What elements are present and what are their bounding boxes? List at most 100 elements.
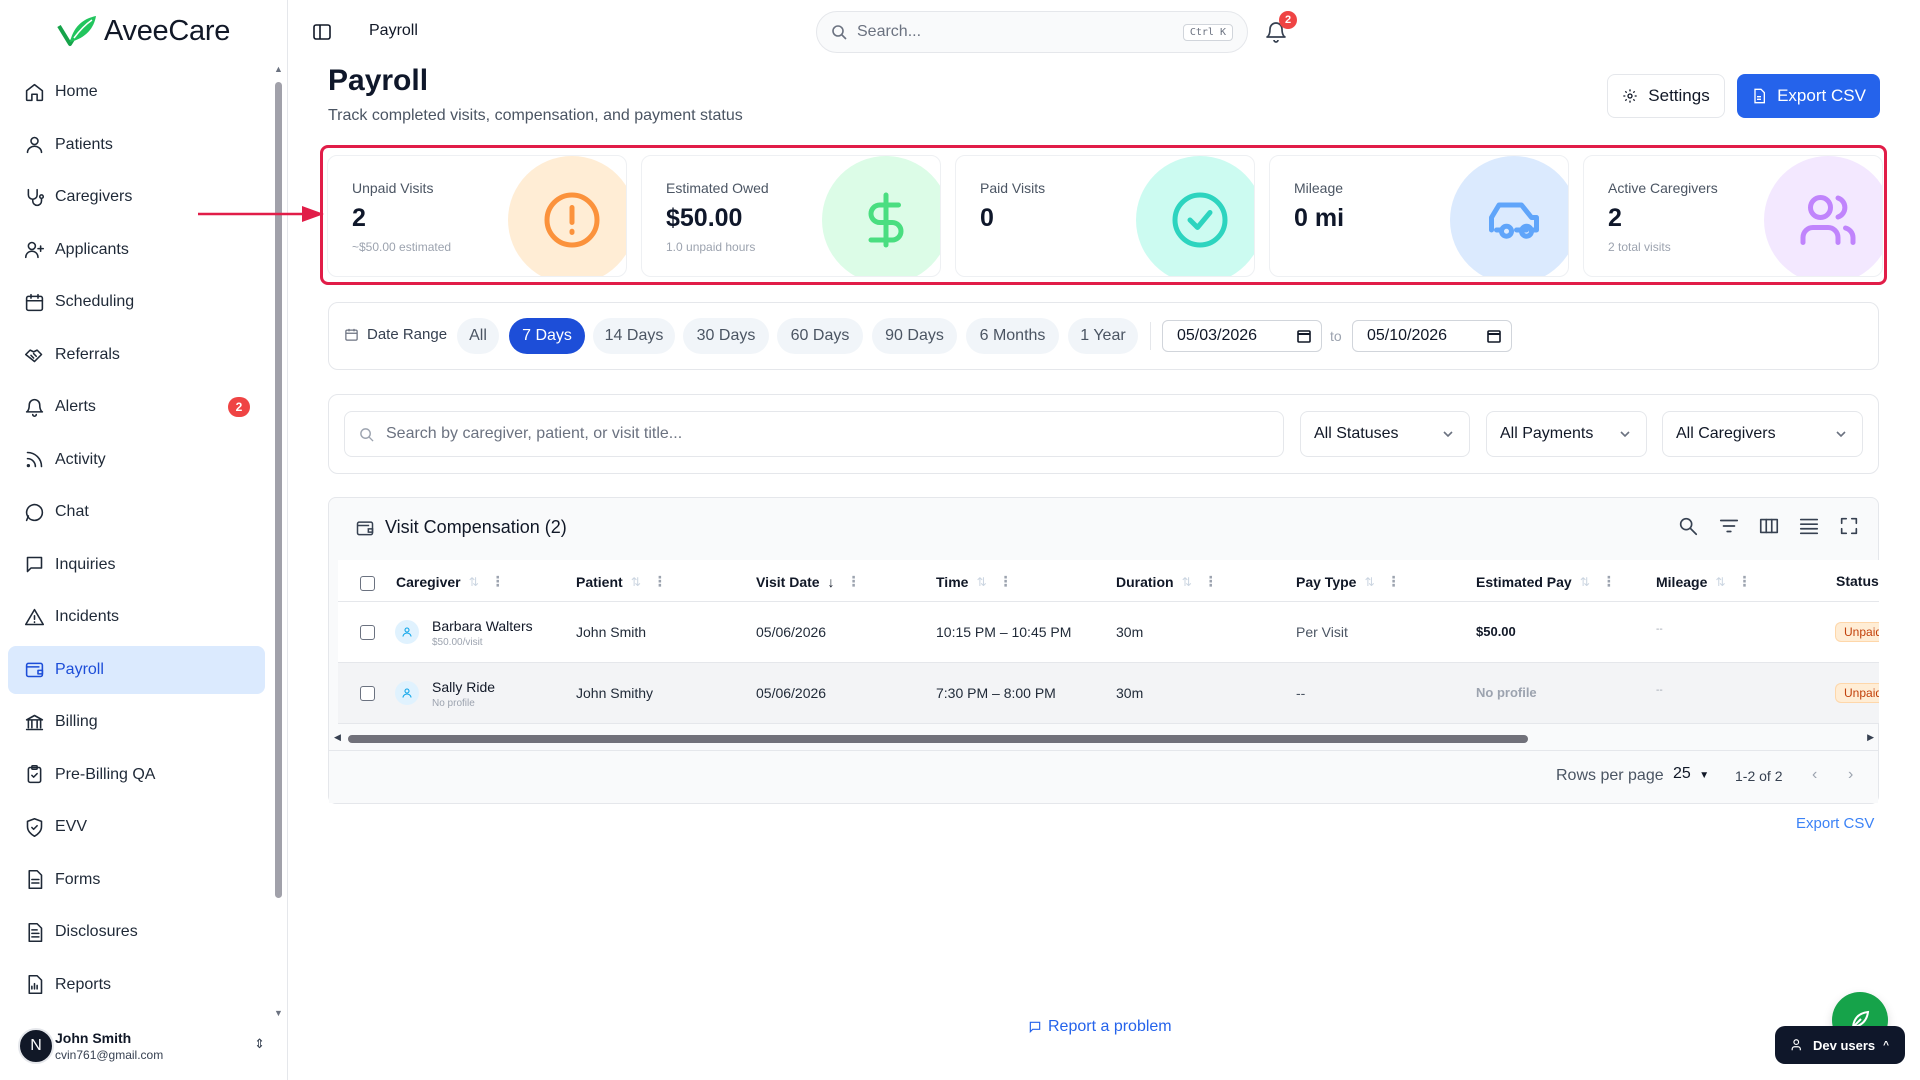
file-chart-icon — [23, 974, 45, 996]
chevron-down-icon — [1836, 431, 1846, 438]
column-menu-icon[interactable]: ⋮ — [1737, 573, 1751, 590]
visit-search-input[interactable]: Search by caregiver, patient, or visit t… — [344, 411, 1284, 457]
density-icon[interactable] — [1798, 515, 1822, 539]
sidebar-item-disclosures[interactable]: Disclosures — [8, 908, 265, 956]
range-option-14-days[interactable]: 14 Days — [593, 318, 675, 354]
sidebar-item-forms[interactable]: Forms — [8, 856, 265, 904]
chevrons-up-down-icon[interactable]: ⇕ — [254, 1036, 265, 1052]
caregiver-name[interactable]: Sally Ride — [432, 679, 495, 695]
column-header-patient[interactable]: Patient ⇅ ⋮ — [576, 573, 667, 590]
previous-page-icon[interactable]: ‹ — [1812, 766, 1817, 784]
wallet-icon — [23, 659, 45, 681]
global-search[interactable]: Search... Ctrl K — [816, 11, 1248, 53]
column-menu-icon[interactable]: ⋮ — [653, 573, 667, 590]
table-row[interactable]: Barbara Walters $50.00/visit John Smith … — [338, 602, 1879, 663]
caret-down-icon: ▼ — [1699, 770, 1710, 781]
sidebar-item-scheduling[interactable]: Scheduling — [8, 278, 265, 326]
range-option-30-days[interactable]: 30 Days — [683, 318, 769, 354]
range-option-1-year[interactable]: 1 Year — [1068, 318, 1138, 354]
sort-icon[interactable]: ⇅ — [1182, 575, 1192, 589]
export-csv-link[interactable]: Export CSV — [1796, 815, 1874, 832]
scroll-right-arrow-icon[interactable]: ▶ — [1867, 732, 1874, 743]
sidebar-item-chat[interactable]: Chat — [8, 488, 265, 536]
column-menu-icon[interactable]: ⋮ — [1602, 573, 1616, 590]
caregiver-name[interactable]: Barbara Walters — [432, 618, 533, 634]
sidebar-item-patients[interactable]: Patients — [8, 121, 265, 169]
sort-icon[interactable]: ⇅ — [1715, 575, 1725, 589]
date-to-input[interactable]: 05/10/2026 — [1352, 320, 1512, 352]
sort-icon[interactable]: ⇅ — [1364, 575, 1374, 589]
status-filter-select[interactable]: All Statuses — [1300, 411, 1470, 457]
settings-button[interactable]: Settings — [1607, 74, 1725, 118]
sidebar-item-billing[interactable]: Billing — [8, 698, 265, 746]
range-option-60-days[interactable]: 60 Days — [777, 318, 863, 354]
estimated-pay-cell: No profile — [1476, 685, 1537, 700]
date-from-input[interactable]: 05/03/2026 — [1162, 320, 1322, 352]
sidebar-item-label: Inquiries — [55, 555, 116, 573]
sidebar-item-reports[interactable]: Reports — [8, 961, 265, 1009]
report-problem-link[interactable]: Report a problem — [1028, 1018, 1172, 1036]
column-header-visit-date[interactable]: Visit Date ↓ ⋮ — [756, 573, 861, 590]
sort-icon[interactable]: ⇅ — [976, 575, 986, 589]
range-option-7-days[interactable]: 7 Days — [509, 318, 585, 354]
column-header-mileage[interactable]: Mileage ⇅ ⋮ — [1656, 573, 1751, 590]
sort-icon[interactable]: ⇅ — [469, 575, 479, 589]
next-page-icon[interactable]: › — [1848, 766, 1853, 784]
column-menu-icon[interactable]: ⋮ — [999, 573, 1013, 590]
table-horizontal-scrollbar[interactable]: ◀ ▶ — [334, 732, 1874, 744]
dev-users-button[interactable]: Dev users ^ — [1775, 1026, 1905, 1064]
car-icon — [1450, 156, 1568, 276]
sidebar-item-alerts[interactable]: Alerts 2 — [8, 383, 265, 431]
sidebar-item-activity[interactable]: Activity — [8, 436, 265, 484]
stat-value: 0 — [980, 204, 994, 232]
export-csv-button[interactable]: Export CSV — [1737, 74, 1880, 118]
sidebar-item-payroll[interactable]: Payroll — [8, 645, 265, 694]
sort-icon[interactable]: ⇅ — [1580, 575, 1590, 589]
fullscreen-icon[interactable] — [1838, 515, 1862, 539]
columns-icon[interactable] — [1758, 515, 1782, 539]
payments-filter-select[interactable]: All Payments — [1486, 411, 1647, 457]
rows-per-page-select[interactable]: 25 ▼ — [1673, 765, 1709, 783]
sidebar-item-inquiries[interactable]: Inquiries — [8, 541, 265, 589]
filter-icon[interactable] — [1718, 515, 1742, 539]
date-from-value: 05/03/2026 — [1177, 327, 1258, 344]
column-header-time[interactable]: Time ⇅ ⋮ — [936, 573, 1013, 590]
table-search-icon[interactable] — [1677, 515, 1701, 539]
sidebar-item-applicants[interactable]: Applicants — [8, 226, 265, 274]
column-header-estimated-pay[interactable]: Estimated Pay ⇅ ⋮ — [1476, 573, 1616, 590]
sidebar-toggle-icon[interactable] — [312, 22, 332, 42]
column-menu-icon[interactable]: ⋮ — [491, 573, 505, 590]
column-header-pay-type[interactable]: Pay Type ⇅ ⋮ — [1296, 573, 1401, 590]
column-menu-icon[interactable]: ⋮ — [1204, 573, 1218, 590]
table-row[interactable]: Sally Ride No profile John Smithy 05/06/… — [338, 663, 1879, 724]
app-logo[interactable]: AveeCare — [56, 14, 230, 48]
scroll-down-arrow-icon[interactable]: ▼ — [274, 1008, 283, 1018]
column-label: Caregiver — [396, 573, 461, 590]
column-menu-icon[interactable]: ⋮ — [1387, 573, 1401, 590]
scroll-up-arrow-icon[interactable]: ▲ — [274, 64, 283, 74]
user-menu[interactable]: N John Smith cvin761@gmail.com ⇕ — [18, 1024, 273, 1068]
range-option-90-days[interactable]: 90 Days — [872, 318, 957, 354]
range-option-all[interactable]: All — [457, 318, 499, 354]
select-all-checkbox[interactable] — [360, 576, 375, 591]
scroll-left-arrow-icon[interactable]: ◀ — [334, 732, 341, 743]
row-checkbox[interactable] — [360, 625, 375, 640]
sidebar-item-pre-billing-qa[interactable]: Pre-Billing QA — [8, 751, 265, 799]
column-menu-icon[interactable]: ⋮ — [847, 573, 861, 590]
sidebar-item-referrals[interactable]: Referrals — [8, 331, 265, 379]
sidebar-item-evv[interactable]: EVV — [8, 803, 265, 851]
sidebar-item-incidents[interactable]: Incidents — [8, 593, 265, 641]
table-scrollbar-thumb[interactable] — [348, 735, 1528, 743]
table-header-row: Caregiver ⇅ ⋮ Patient ⇅ ⋮ Visit Date ↓ ⋮ Time ⇅… — [338, 560, 1879, 602]
calendar-picker-icon[interactable] — [1297, 329, 1311, 343]
sort-desc-arrow-icon[interactable]: ↓ — [828, 574, 835, 590]
caregivers-filter-select[interactable]: All Caregivers — [1662, 411, 1863, 457]
row-checkbox[interactable] — [360, 686, 375, 701]
range-option-6-months[interactable]: 6 Months — [966, 318, 1059, 354]
sidebar-item-home[interactable]: Home — [8, 68, 265, 116]
column-header-status[interactable]: Status — [1836, 573, 1879, 589]
column-header-duration[interactable]: Duration ⇅ ⋮ — [1116, 573, 1218, 590]
sort-icon[interactable]: ⇅ — [631, 575, 641, 589]
calendar-picker-icon[interactable] — [1487, 329, 1501, 343]
column-header-caregiver[interactable]: Caregiver ⇅ ⋮ — [396, 573, 505, 590]
